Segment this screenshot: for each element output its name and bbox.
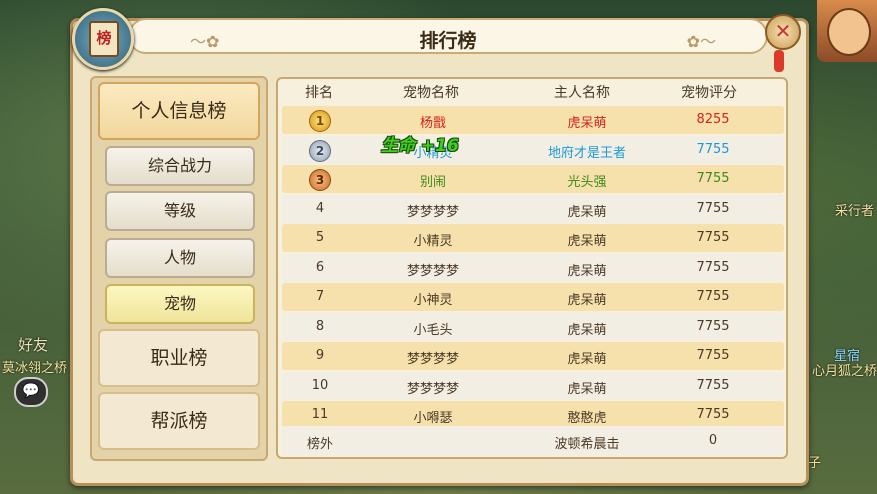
owner-name-cell: 虎呆萌 — [567, 293, 607, 308]
rank-cell: 11 — [311, 407, 329, 422]
pet-score-cell: 7755 — [696, 377, 730, 393]
pet-name-cell: 别闹 — [419, 175, 447, 190]
subtab-level[interactable]: 等级 — [105, 191, 255, 231]
subtab-pet[interactable]: 宠物 — [105, 284, 255, 324]
header-pet-name: 宠物名称 — [403, 85, 459, 101]
pet-name-cell: 小毛头 — [413, 322, 453, 338]
pet-score-cell: 7755 — [696, 348, 730, 363]
table-row[interactable]: 11 小嘚瑟 憨憨虎 7755 — [282, 401, 784, 429]
tab-personal-info[interactable]: 个人信息榜 — [98, 82, 260, 140]
pet-name-cell: 小嘚瑟 — [413, 411, 453, 426]
owner-name-cell: 虎呆萌 — [567, 263, 607, 279]
pet-score-cell: 7755 — [696, 171, 730, 186]
leaderboard-badge-icon: 榜 — [72, 8, 134, 70]
npc-name-right-1: 采行者 — [835, 204, 875, 219]
own-rank: 榜外 — [306, 437, 334, 452]
table-row[interactable]: 3 别闹 光头强 7755 — [282, 165, 784, 193]
window-title: 排行榜 — [419, 30, 477, 52]
table-row[interactable]: 1 杨戬 虎呆萌 8255 — [282, 106, 784, 134]
pet-score-cell: 7755 — [696, 318, 730, 334]
pet-score-cell: 7755 — [696, 407, 730, 422]
table-row[interactable]: 6 梦梦梦梦 虎呆萌 7755 — [282, 253, 784, 282]
own-owner: 波顿希晨击 — [554, 437, 620, 452]
subtab-combat-power[interactable]: 综合战力 — [105, 146, 255, 186]
pet-name-cell: 梦梦梦梦 — [406, 352, 460, 367]
player-portrait[interactable] — [817, 0, 877, 62]
title-bar: 〜✿ 排行榜 ✿〜 — [128, 18, 768, 54]
npc-name-right-3: 心月狐之桥 — [812, 364, 877, 379]
table-row[interactable]: 4 梦梦梦梦 虎呆萌 7755 — [282, 194, 784, 223]
rank-cell: 8 — [315, 318, 325, 334]
pet-name-cell: 梦梦梦梦 — [406, 204, 460, 220]
rank-cell: 6 — [315, 259, 325, 275]
header-rank: 排名 — [305, 85, 333, 101]
table-row[interactable]: 5 小精灵 虎呆萌 7755 — [282, 224, 784, 252]
pet-score-cell: 8255 — [696, 112, 730, 127]
owner-name-cell: 地府才是王者 — [547, 145, 627, 161]
pet-name-cell: 小精灵 — [413, 234, 453, 249]
pet-score-cell: 7755 — [696, 289, 730, 304]
table-row[interactable]: 10 梦梦梦梦 虎呆萌 7755 — [282, 371, 784, 400]
close-button[interactable]: ✕ — [765, 14, 801, 50]
pet-score-cell: 7755 — [696, 200, 730, 216]
badge-scroll: 榜 — [89, 21, 119, 57]
header-owner-name: 主人名称 — [554, 85, 610, 101]
own-rank-row: 榜外 波顿希晨击 0 — [282, 426, 784, 456]
table-row[interactable]: 8 小毛头 虎呆萌 7755 — [282, 312, 784, 341]
own-score: 0 — [708, 433, 718, 448]
ranking-table: 排名 宠物名称 主人名称 宠物评分 1 杨戬 虎呆萌 8255 2 小精灵 地府才是王者 77… — [276, 77, 788, 459]
owner-name-cell: 虎呆萌 — [567, 234, 607, 249]
pet-name-cell: 小神灵 — [413, 293, 453, 308]
rank-cell: 5 — [315, 230, 325, 245]
owner-name-cell: 虎呆萌 — [567, 322, 607, 338]
owner-name-cell: 虎呆萌 — [567, 381, 607, 397]
owner-name-cell: 虎呆萌 — [567, 204, 607, 220]
table-row[interactable]: 7 小神灵 虎呆萌 7755 — [282, 283, 784, 311]
tab-profession[interactable]: 职业榜 — [98, 329, 260, 387]
owner-name-cell: 虎呆萌 — [567, 352, 607, 367]
rank-cell: 4 — [315, 200, 325, 216]
table-row[interactable]: 9 梦梦梦梦 虎呆萌 7755 — [282, 342, 784, 370]
chat-icon[interactable]: 💬 — [14, 377, 48, 407]
npc-name-left: 好友 — [18, 336, 49, 354]
floating-heal-text: 生命 +16 — [381, 136, 459, 156]
rank-medal-icon: 1 — [309, 110, 331, 132]
portrait-face — [827, 8, 871, 56]
owner-name-cell: 虎呆萌 — [567, 116, 607, 131]
tab-guild[interactable]: 帮派榜 — [98, 392, 260, 450]
owner-name-cell: 光头强 — [567, 175, 607, 190]
subtab-character[interactable]: 人物 — [105, 238, 255, 278]
table-row[interactable]: 2 小精灵 地府才是王者 7755 — [282, 135, 784, 164]
rank-cell: 9 — [315, 348, 325, 363]
pet-name-cell: 梦梦梦梦 — [406, 263, 460, 279]
pet-name-cell: 杨戬 — [419, 116, 447, 131]
pet-score-cell: 7755 — [696, 230, 730, 245]
header-pet-score: 宠物评分 — [681, 85, 737, 101]
pet-score-cell: 7755 — [696, 259, 730, 275]
rank-medal-icon: 2 — [309, 139, 331, 162]
lantern-icon — [774, 50, 784, 72]
rank-cell: 7 — [315, 289, 325, 304]
npc-name-right-4: 子 — [808, 456, 822, 471]
pet-name-cell: 梦梦梦梦 — [406, 381, 460, 397]
cloud-decor-right-icon: ✿〜 — [686, 32, 716, 51]
npc-title-left: 莫冰翎之桥 — [2, 361, 68, 376]
rank-cell: 10 — [311, 377, 329, 393]
pet-score-cell: 7755 — [696, 141, 730, 157]
rank-medal-icon: 3 — [309, 169, 331, 191]
owner-name-cell: 憨憨虎 — [567, 411, 607, 426]
